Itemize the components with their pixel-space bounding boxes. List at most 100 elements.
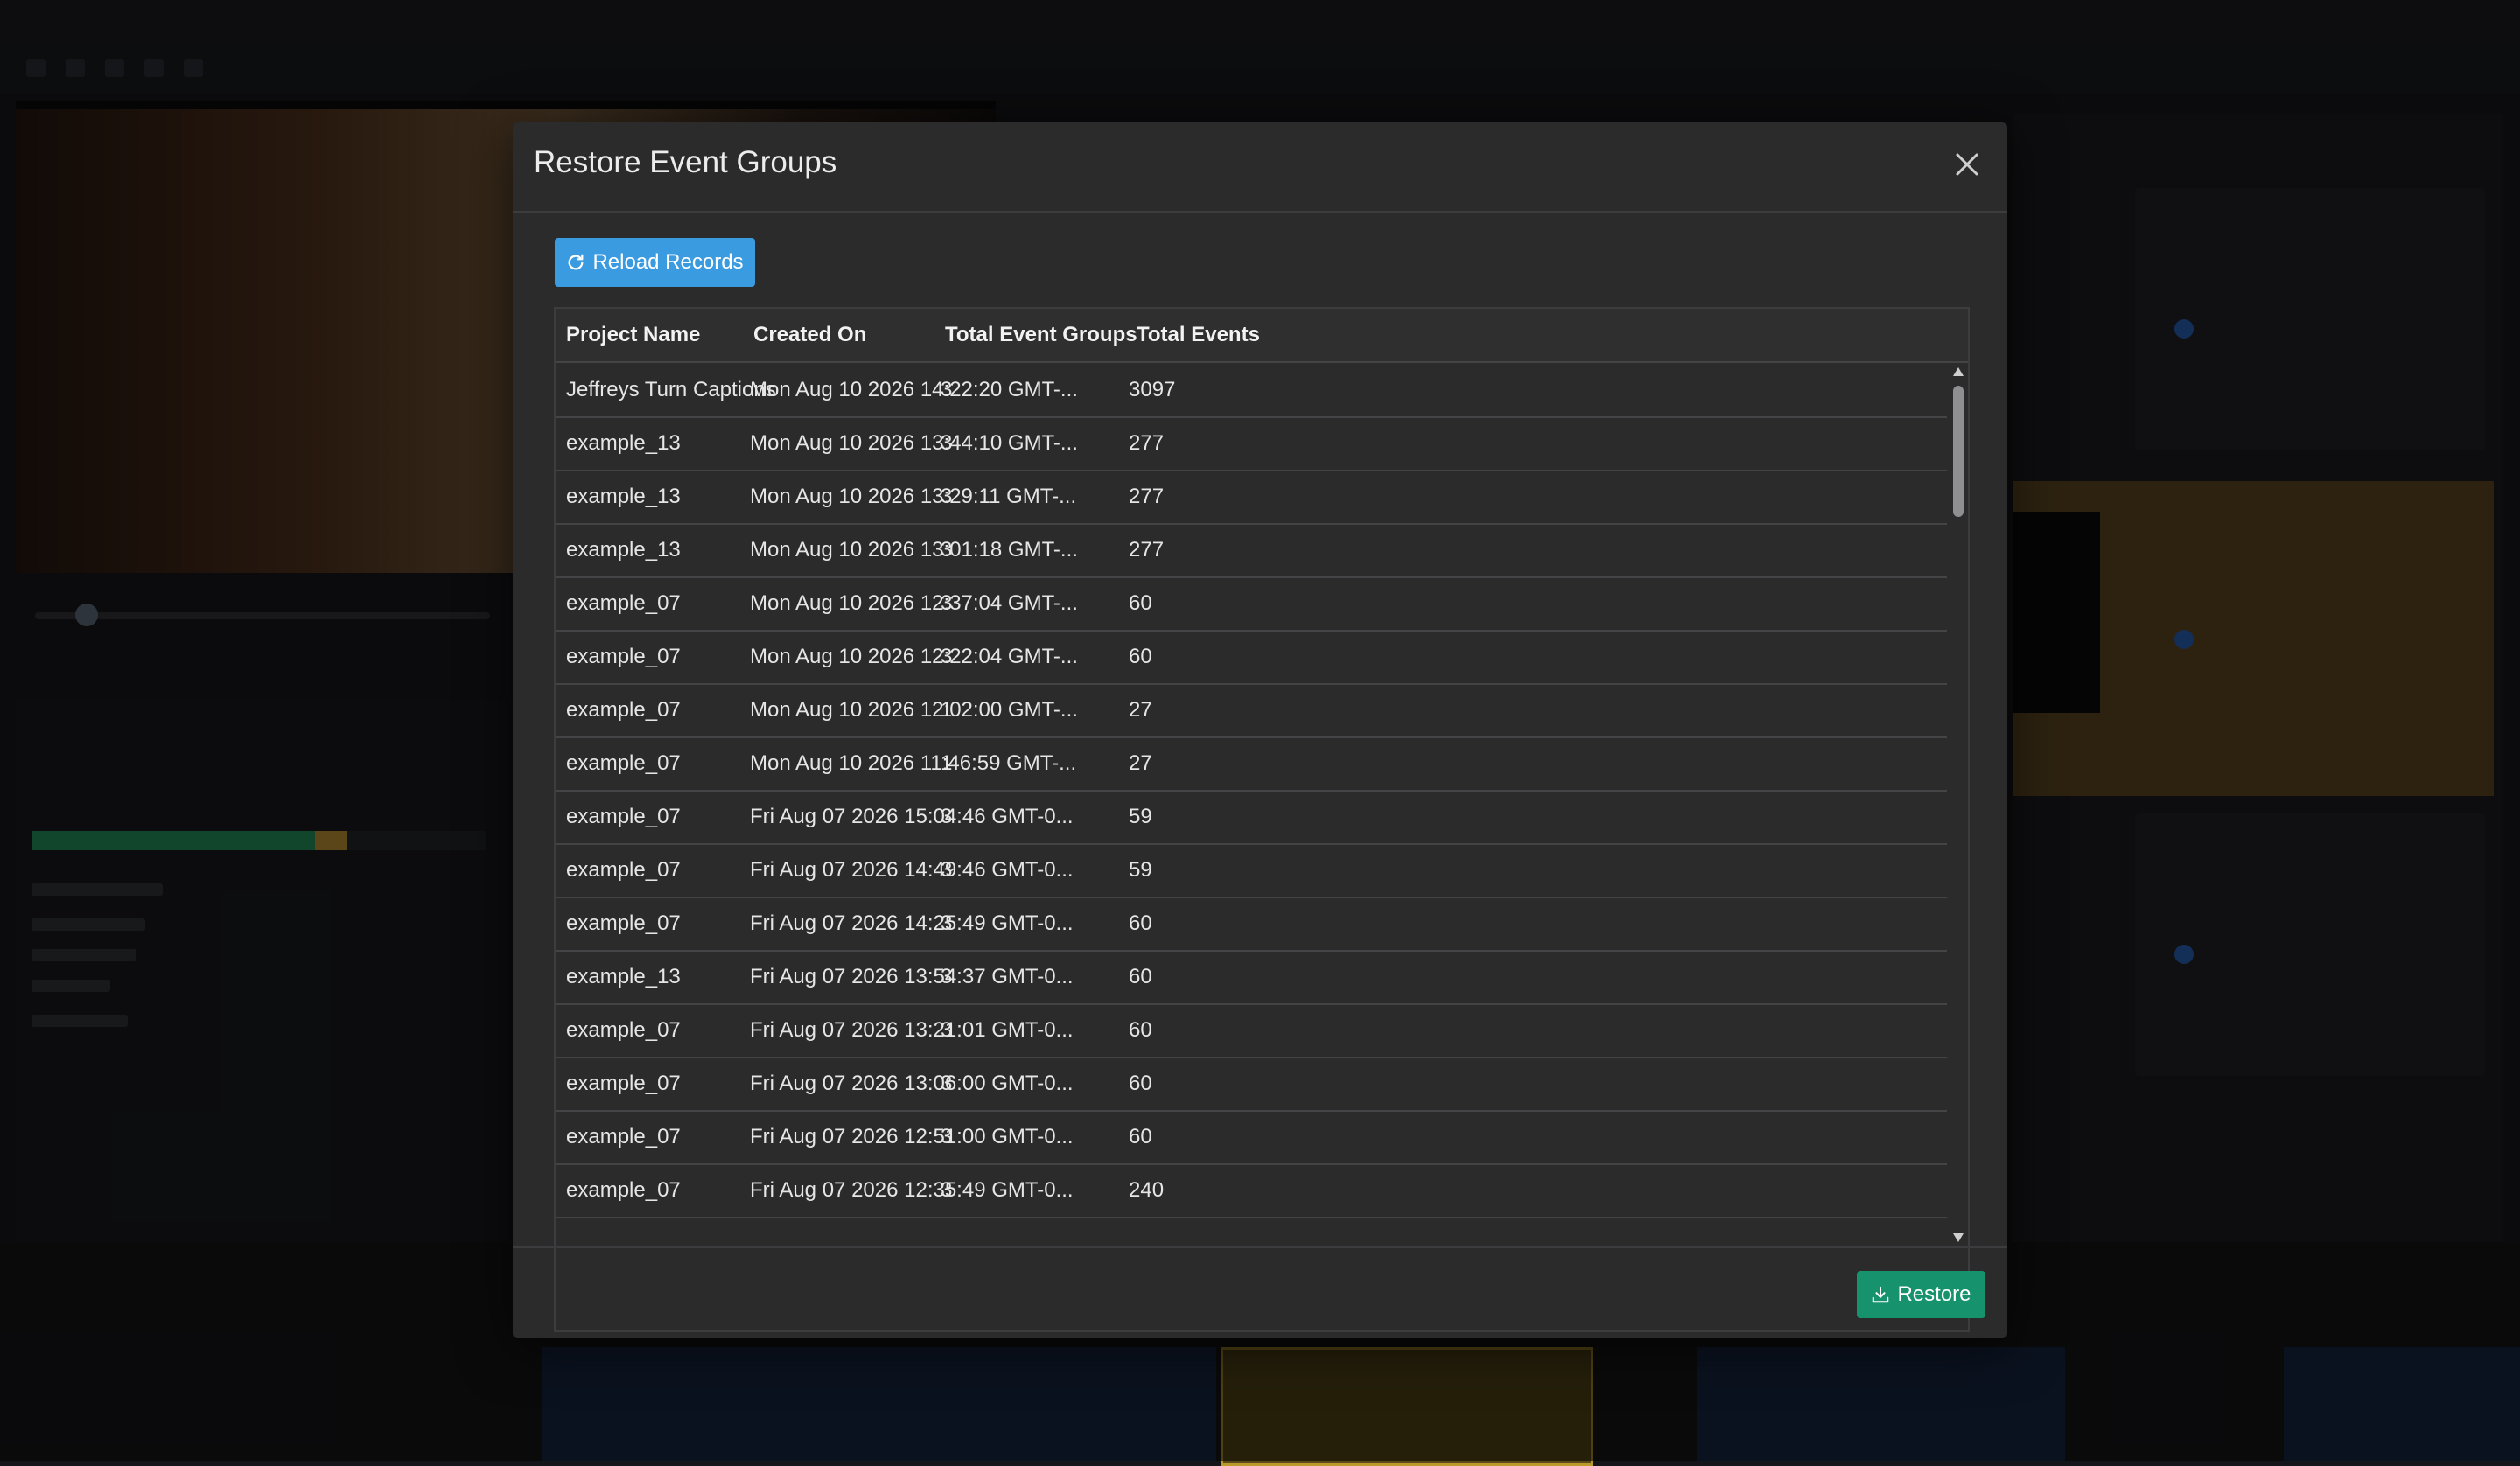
column-header-created-on[interactable]: Created On: [753, 309, 866, 361]
table-row[interactable]: example_07 Mon Aug 10 2026 11:46:59 GMT-.…: [556, 736, 1947, 792]
download-icon: [1872, 1286, 1889, 1303]
cell-project-name: Jeffreys Turn Captions: [566, 378, 776, 401]
refresh-icon: [569, 254, 584, 270]
records-table: Project Name Created On Total Event Grou…: [554, 307, 1970, 1332]
cell-project-name: example_07: [566, 858, 681, 882]
cell-total-events: 3097: [1129, 378, 1176, 401]
cell-total-event-groups: 3: [941, 591, 953, 615]
cell-project-name: example_07: [566, 591, 681, 615]
table-row[interactable]: example_07 Fri Aug 07 2026 15:04:46 GMT-0…: [556, 790, 1947, 845]
cell-total-event-groups: 3: [941, 485, 953, 508]
cell-created-on: Fri Aug 07 2026 12:51:00 GMT-0...: [750, 1125, 1074, 1148]
cell-total-event-groups: 3: [941, 1125, 953, 1148]
cell-total-events: 60: [1129, 911, 1152, 935]
cell-created-on: Mon Aug 10 2026 11:46:59 GMT-...: [750, 751, 1077, 775]
cell-total-event-groups: 3: [941, 858, 953, 882]
cell-total-events: 59: [1129, 805, 1152, 828]
table-row[interactable]: example_07 Fri Aug 07 2026 14:25:49 GMT-0…: [556, 897, 1947, 952]
cell-total-events: 60: [1129, 965, 1152, 988]
cell-created-on: Fri Aug 07 2026 13:54:37 GMT-0...: [750, 965, 1074, 988]
cell-created-on: Mon Aug 10 2026 13:44:10 GMT-...: [750, 431, 1078, 455]
cell-total-event-groups: 3: [941, 1178, 953, 1202]
restore-event-groups-dialog: Restore Event Groups Reload Records Proj…: [513, 122, 2007, 1338]
cell-total-event-groups: 3: [941, 1018, 953, 1042]
cell-created-on: Fri Aug 07 2026 15:04:46 GMT-0...: [750, 805, 1074, 828]
cell-created-on: Mon Aug 10 2026 12:02:00 GMT-...: [750, 698, 1078, 722]
table-scrollbar[interactable]: [1949, 363, 1968, 1246]
cell-project-name: example_13: [566, 431, 681, 455]
table-row[interactable]: example_13 Mon Aug 10 2026 13:29:11 GMT-.…: [556, 470, 1947, 525]
cell-project-name: example_13: [566, 485, 681, 508]
table-header: Project Name Created On Total Event Grou…: [556, 309, 1968, 363]
cell-created-on: Mon Aug 10 2026 12:22:04 GMT-...: [750, 645, 1078, 668]
cell-total-events: 27: [1129, 751, 1152, 775]
table-row[interactable]: example_07 Fri Aug 07 2026 13:21:01 GMT-0…: [556, 1003, 1947, 1058]
cell-project-name: example_13: [566, 965, 681, 988]
column-header-total-event-groups[interactable]: Total Event Groups: [945, 309, 1138, 361]
cell-project-name: example_07: [566, 1072, 681, 1095]
table-body: Jeffreys Turn Captions Mon Aug 10 2026 14…: [556, 363, 1947, 1246]
table-row[interactable]: example_07 Fri Aug 07 2026 13:06:00 GMT-0…: [556, 1057, 1947, 1112]
close-button[interactable]: [1950, 147, 1984, 182]
cell-created-on: Fri Aug 07 2026 14:25:49 GMT-0...: [750, 911, 1074, 935]
cell-total-events: 27: [1129, 698, 1152, 722]
cell-total-event-groups: 3: [941, 431, 953, 455]
column-header-project-name[interactable]: Project Name: [566, 309, 700, 361]
table-row[interactable]: example_07 Fri Aug 07 2026 14:49:46 GMT-0…: [556, 843, 1947, 898]
cell-total-events: 60: [1129, 1018, 1152, 1042]
cell-created-on: Fri Aug 07 2026 14:49:46 GMT-0...: [750, 858, 1074, 882]
cell-created-on: Fri Aug 07 2026 13:21:01 GMT-0...: [750, 1018, 1074, 1042]
restore-button[interactable]: Restore: [1857, 1271, 1985, 1318]
cell-total-event-groups: 3: [941, 378, 953, 401]
dialog-header: Restore Event Groups: [513, 122, 2007, 213]
cell-project-name: example_07: [566, 698, 681, 722]
table-row[interactable]: example_07 Fri Aug 07 2026 12:35:49 GMT-0…: [556, 1163, 1947, 1218]
cell-created-on: Fri Aug 07 2026 12:35:49 GMT-0...: [750, 1178, 1074, 1202]
table-row[interactable]: example_13 Fri Aug 07 2026 13:54:37 GMT-0…: [556, 950, 1947, 1005]
cell-total-events: 277: [1129, 431, 1165, 455]
column-header-total-events[interactable]: Total Events: [1137, 309, 1260, 361]
cell-total-events: 60: [1129, 1125, 1152, 1148]
cell-total-event-groups: 1: [941, 698, 953, 722]
cell-project-name: example_07: [566, 645, 681, 668]
table-row[interactable]: example_07 Mon Aug 10 2026 12:37:04 GMT-.…: [556, 576, 1947, 632]
cell-project-name: example_07: [566, 1178, 681, 1202]
table-row[interactable]: example_07 Fri Aug 07 2026 12:51:00 GMT-0…: [556, 1110, 1947, 1165]
triangle-up-icon[interactable]: [1952, 366, 1964, 377]
table-row[interactable]: example_07 Mon Aug 10 2026 12:22:04 GMT-.…: [556, 630, 1947, 685]
cell-created-on: Mon Aug 10 2026 12:37:04 GMT-...: [750, 591, 1078, 615]
cell-total-event-groups: 3: [941, 965, 953, 988]
cell-total-event-groups: 3: [941, 645, 953, 668]
table-row[interactable]: example_13 Mon Aug 10 2026 13:44:10 GMT-.…: [556, 416, 1947, 471]
cell-project-name: example_13: [566, 538, 681, 562]
cell-created-on: Mon Aug 10 2026 14:22:20 GMT-...: [750, 378, 1078, 401]
reload-records-button[interactable]: Reload Records: [555, 238, 755, 287]
cell-total-events: 59: [1129, 858, 1152, 882]
cell-total-events: 60: [1129, 645, 1152, 668]
table-row[interactable]: example_07 Mon Aug 10 2026 12:02:00 GMT-.…: [556, 683, 1947, 738]
cell-project-name: example_07: [566, 911, 681, 935]
cell-project-name: example_07: [566, 1125, 681, 1148]
dialog-title: Restore Event Groups: [534, 145, 837, 179]
close-icon: [1956, 153, 1978, 176]
table-row[interactable]: example_13 Mon Aug 10 2026 13:01:18 GMT-.…: [556, 523, 1947, 578]
reload-records-label: Reload Records: [592, 250, 744, 274]
cell-total-event-groups: 3: [941, 538, 953, 562]
cell-total-events: 60: [1129, 591, 1152, 615]
triangle-down-icon[interactable]: [1952, 1232, 1964, 1243]
cell-created-on: Mon Aug 10 2026 13:29:11 GMT-...: [750, 485, 1077, 508]
cell-created-on: Mon Aug 10 2026 13:01:18 GMT-...: [750, 538, 1078, 562]
table-row[interactable]: Jeffreys Turn Captions Mon Aug 10 2026 14…: [556, 363, 1947, 418]
cell-total-event-groups: 3: [941, 911, 953, 935]
cell-project-name: example_07: [566, 1018, 681, 1042]
restore-label: Restore: [1897, 1282, 1971, 1306]
cell-created-on: Fri Aug 07 2026 13:06:00 GMT-0...: [750, 1072, 1074, 1095]
cell-total-events: 277: [1129, 538, 1165, 562]
cell-total-event-groups: 1: [941, 751, 953, 775]
cell-total-events: 60: [1129, 1072, 1152, 1095]
dialog-footer: Restore: [513, 1246, 2007, 1340]
cell-total-event-groups: 3: [941, 805, 953, 828]
cell-total-event-groups: 3: [941, 1072, 953, 1095]
scrollbar-thumb[interactable]: [1953, 386, 1964, 517]
cell-total-events: 277: [1129, 485, 1165, 508]
